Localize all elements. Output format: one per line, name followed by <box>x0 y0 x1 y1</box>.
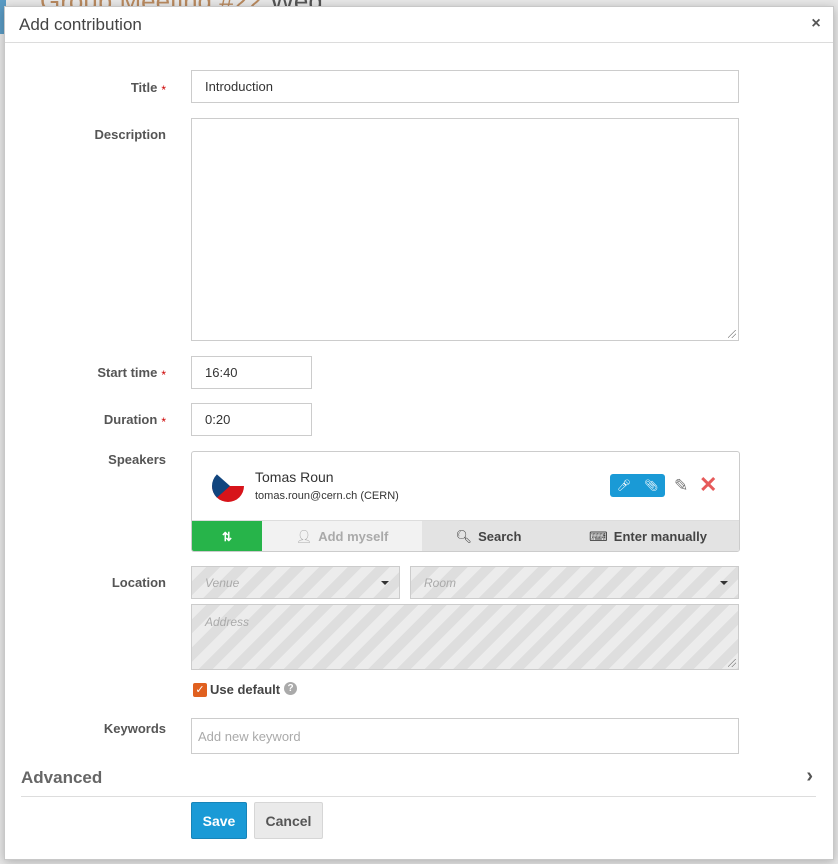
room-select[interactable]: Room <box>410 566 739 599</box>
title-input[interactable]: Introduction <box>191 70 739 103</box>
room-placeholder: Room <box>424 575 457 590</box>
speaker-toolbar: ⇅ 👤︎ Add myself 🔍︎ Search ⌨ Enter manual… <box>192 520 739 551</box>
keywords-input[interactable]: Add new keyword <box>191 718 739 754</box>
advanced-section-title[interactable]: Advanced <box>21 768 102 788</box>
duration-input[interactable]: 0:20 <box>191 403 312 436</box>
czech-flag-icon <box>212 470 244 502</box>
pencil-icon[interactable]: ✎ <box>674 476 688 496</box>
sort-icon: ⇅ <box>221 529 233 544</box>
microphone-icon[interactable]: 🎤︎ <box>610 474 638 497</box>
chevron-down-icon <box>720 581 728 585</box>
start-time-input[interactable]: 16:40 <box>191 356 312 389</box>
save-button[interactable]: Save <box>191 802 247 839</box>
search-speaker-button[interactable]: 🔍︎ Search <box>422 521 555 551</box>
add-contribution-dialog: Add contribution × Title * Introduction D… <box>4 6 834 860</box>
paperclip-icon[interactable]: 📎︎ <box>638 474 666 497</box>
title-label: Title * <box>5 80 166 97</box>
required-marker: * <box>161 415 166 429</box>
description-textarea[interactable] <box>191 118 739 341</box>
enter-manually-label: Enter manually <box>613 529 707 544</box>
add-myself-button[interactable]: 👤︎ Add myself <box>262 521 422 551</box>
address-placeholder: Address <box>205 615 250 629</box>
keywords-label: Keywords <box>103 721 166 736</box>
title-label-text: Title <box>130 80 158 95</box>
sort-speakers-button[interactable]: ⇅ <box>192 521 262 551</box>
delete-icon[interactable]: ✕ <box>699 472 717 498</box>
close-icon[interactable]: × <box>809 15 823 33</box>
required-marker: * <box>161 368 166 382</box>
resize-grip-icon[interactable] <box>728 330 736 338</box>
chevron-right-icon[interactable]: › <box>806 765 813 788</box>
resize-grip-icon[interactable] <box>728 659 736 667</box>
advanced-divider <box>21 796 816 797</box>
location-label: Location <box>111 575 166 590</box>
speaker-name: Tomas Roun <box>255 469 334 485</box>
speakers-field: Tomas Roun tomas.roun@cern.ch (CERN) 🎤︎ … <box>191 451 740 552</box>
dialog-title: Add contribution <box>19 15 142 34</box>
enter-manually-button[interactable]: ⌨ Enter manually <box>555 521 739 551</box>
use-default-checkbox[interactable]: ✓ <box>193 683 207 697</box>
duration-label-text: Duration <box>103 412 158 427</box>
keyboard-icon: ⌨ <box>589 528 608 544</box>
cancel-button[interactable]: Cancel <box>254 802 323 839</box>
venue-select[interactable]: Venue <box>191 566 400 599</box>
add-user-icon: 👤︎ <box>295 528 313 544</box>
dialog-header: Add contribution × <box>5 7 833 43</box>
description-label: Description <box>94 127 166 142</box>
speaker-email: tomas.roun@cern.ch (CERN) <box>255 490 399 502</box>
start-time-label-text: Start time <box>97 365 158 380</box>
search-icon: 🔍︎ <box>455 528 473 544</box>
required-marker: * <box>161 83 166 97</box>
speaker-role-toggles: 🎤︎ 📎︎ <box>610 474 665 497</box>
help-icon[interactable]: ? <box>284 682 297 695</box>
chevron-down-icon <box>381 581 389 585</box>
add-myself-label: Add myself <box>318 529 389 544</box>
search-label: Search <box>478 529 522 544</box>
address-textarea[interactable]: Address <box>191 604 739 670</box>
start-time-label: Start time * <box>5 365 166 382</box>
use-default-label[interactable]: Use default <box>210 682 280 697</box>
venue-placeholder: Venue <box>205 575 240 590</box>
speakers-label: Speakers <box>108 452 166 467</box>
duration-label: Duration * <box>5 412 166 429</box>
